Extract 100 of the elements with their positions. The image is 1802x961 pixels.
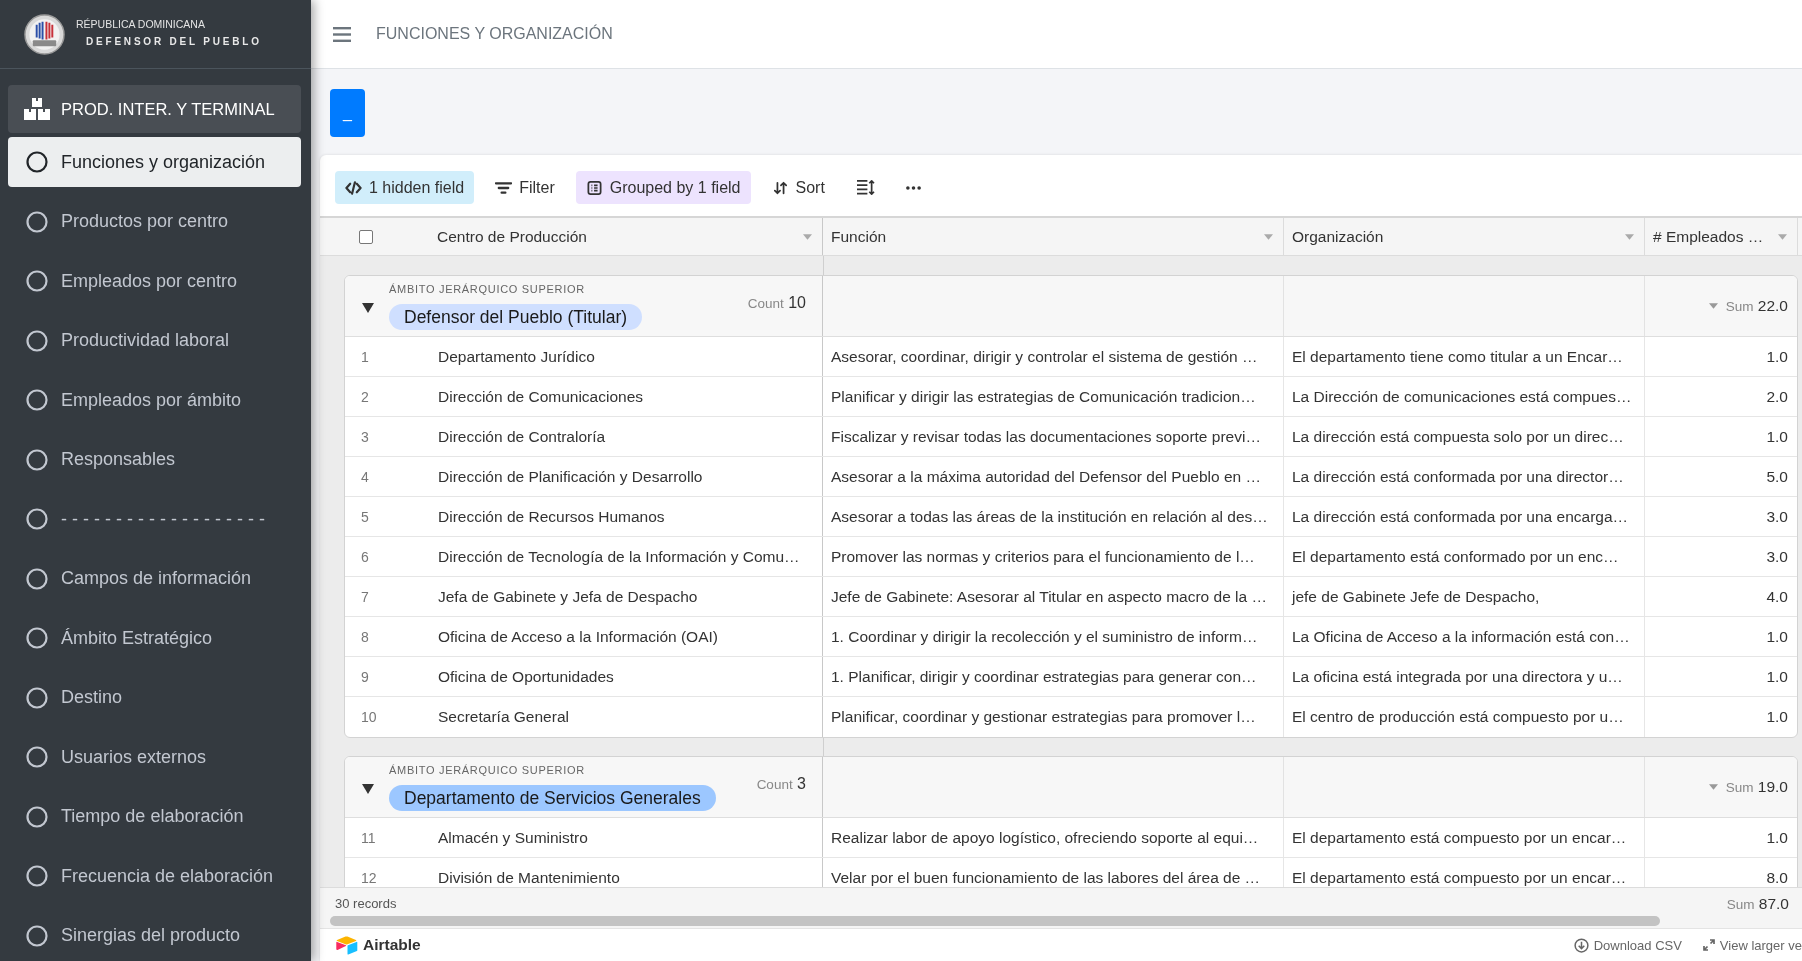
row-number: 2 <box>361 388 369 405</box>
table-cell-text: 3.0 <box>1765 546 1789 567</box>
code-icon <box>345 180 362 195</box>
column-header[interactable]: Función <box>823 218 1284 255</box>
nav-item[interactable]: Tiempo de elaboración <box>8 791 301 842</box>
table-cell: Fiscalizar y revisar todas las documentaciones soporte previ… <box>823 417 1284 456</box>
table-cell: jefe de Gabinete Jefe de Despacho, <box>1284 577 1645 616</box>
circle-icon <box>26 389 48 411</box>
list-icon <box>585 180 603 195</box>
table-cell: La dirección está conformada por una encarga… <box>1284 497 1645 536</box>
table-cell: La oficina está integrada por una directora y u… <box>1284 657 1645 696</box>
table-cell: El departamento está compuesto por un encar… <box>1284 818 1645 857</box>
filter-icon <box>495 180 513 195</box>
column-header[interactable]: Organización <box>1284 218 1645 255</box>
nav-item[interactable]: Responsables <box>8 434 301 485</box>
table-cell: Dirección de Recursos Humanos <box>438 497 823 536</box>
nav-item[interactable]: Productos por centro <box>8 196 301 247</box>
table-cell: Asesorar, coordinar, dirigir y controlar el sistema de gestión … <box>823 337 1284 376</box>
table-cell: Oficina de Oportunidades <box>438 657 823 696</box>
download-icon <box>1573 937 1589 953</box>
circle-icon <box>26 746 48 768</box>
lines-arrow-icon <box>855 179 875 196</box>
airtable-link[interactable]: Airtable <box>363 936 421 954</box>
table-cell: Jefa de Gabinete y Jefa de Despacho <box>438 577 823 616</box>
nav-item[interactable]: Ámbito Estratégico <box>8 613 301 663</box>
boxes-icon <box>24 98 50 120</box>
circle-icon <box>26 508 48 530</box>
select-all-checkbox[interactable] <box>359 229 373 244</box>
row-number: 7 <box>361 588 369 605</box>
view-larger-link[interactable]: View larger ve <box>1702 937 1802 953</box>
table-cell-text: 1.0 <box>1765 707 1789 727</box>
sort-icon <box>771 180 789 195</box>
nav-item[interactable]: Sinergias del producto <box>8 910 301 961</box>
table-cell: Planificar y dirigir las estrategias de Comunicación tradicion… <box>823 377 1284 416</box>
column-header[interactable]: Centro de Producción <box>437 218 823 255</box>
column-header[interactable]: # Empleados … <box>1645 218 1798 255</box>
caret-icon[interactable] <box>362 303 374 313</box>
table-cell: La dirección está compuesta solo por un direc… <box>1284 417 1645 456</box>
group-count: Count 10 <box>747 294 806 312</box>
table-cell-text: 1.0 <box>1765 426 1789 447</box>
table-cell: Dirección de Tecnología de la Información y Comu… <box>438 537 823 576</box>
row-number: 9 <box>361 668 369 685</box>
nav-item[interactable]: Empleados por centro <box>8 256 301 306</box>
table-cell: La dirección está conformada por una director… <box>1284 457 1645 496</box>
table-cell: El departamento está conformado por un enc… <box>1284 537 1645 576</box>
circle-icon <box>26 924 48 947</box>
group-button[interactable]: Grouped by 1 field <box>575 171 751 204</box>
table-cell: Dirección de Planificación y Desarrollo <box>438 457 823 496</box>
circle-icon <box>26 865 48 887</box>
nav-item[interactable]: Productividad laboral <box>8 315 301 366</box>
download-csv-link[interactable]: Download CSV <box>1573 937 1682 953</box>
table-cell-text: 1.0 <box>1765 827 1789 848</box>
nav-item[interactable]: Frecuencia de elaboración <box>8 851 301 901</box>
nav-item[interactable]: Empleados por ámbito <box>8 375 301 425</box>
table-cell-text: 1.0 <box>1765 346 1789 367</box>
circle-icon <box>26 151 48 173</box>
total-sum: Sum 87.0 <box>1726 894 1789 913</box>
table-cell-text: 3.0 <box>1765 506 1789 527</box>
table-cell: Asesorar a la máxima autoridad del Defensor del Pueblo en … <box>823 457 1284 496</box>
table-cell-text: 4.0 <box>1765 586 1789 607</box>
nav-item[interactable]: Usuarios externos <box>8 732 301 782</box>
logo-icon <box>335 935 358 955</box>
table-cell: 1. Coordinar y dirigir la recolección y el suministro de inform… <box>823 617 1284 656</box>
caret-icon[interactable] <box>362 784 374 794</box>
table-cell: 1. Planificar, dirigir y coordinar estrategias para generar con… <box>823 657 1284 696</box>
nav-item[interactable]: Funciones y organización <box>8 137 301 187</box>
sort-button[interactable]: Sort <box>761 171 835 204</box>
table-cell: Jefe de Gabinete: Asesorar al Titular en aspecto macro de la … <box>823 577 1284 616</box>
table-cell: Asesorar a todas las áreas de la institución en relación al des… <box>823 497 1284 536</box>
more-icon <box>905 185 921 190</box>
record-count: 30 records <box>335 896 397 911</box>
brand-name: DEFENSOR DEL PUEBLO <box>86 34 262 48</box>
table-cell: La Oficina de Acceso a la información está con… <box>1284 617 1645 656</box>
nav-item[interactable]: Destino <box>8 672 301 723</box>
row-number: 10 <box>361 709 377 725</box>
row-number: 8 <box>361 628 369 645</box>
table-cell: Dirección de Contraloría <box>438 417 823 456</box>
table-cell: Departamento Jurídico <box>438 337 823 376</box>
circle-icon <box>26 805 48 828</box>
nav-section-header[interactable]: PROD. INTER. Y TERMINAL <box>8 85 301 133</box>
group-field-label: ÁMBITO JERÁRQUICO SUPERIOR <box>389 764 585 777</box>
table-cell: El departamento tiene como titular a un Encar… <box>1284 337 1645 376</box>
table-cell: Almacén y Suministro <box>438 818 823 857</box>
circle-icon <box>26 329 48 352</box>
row-number: 1 <box>361 348 369 365</box>
hidden-fields-button[interactable]: 1 hidden field <box>335 171 475 204</box>
circle-icon <box>26 686 48 709</box>
circle-icon <box>26 270 48 292</box>
primary-button[interactable]: _ <box>330 89 365 137</box>
horizontal-scrollbar[interactable] <box>330 916 1660 926</box>
row-number: 6 <box>361 548 369 565</box>
table-cell: El centro de producción está compuesto por u… <box>1284 697 1645 737</box>
nav-item[interactable]: Campos de información <box>8 553 301 604</box>
filter-button[interactable]: Filter <box>485 171 565 204</box>
circle-icon <box>26 567 48 590</box>
nav-item[interactable]: - - - - - - - - - - - - - - - - - - - <box>8 494 301 544</box>
circle-icon <box>26 627 48 649</box>
brand-country: RÉPUBLICA DOMINICANA <box>76 16 205 31</box>
row-number: 5 <box>361 508 369 525</box>
menu-icon[interactable] <box>333 26 351 42</box>
